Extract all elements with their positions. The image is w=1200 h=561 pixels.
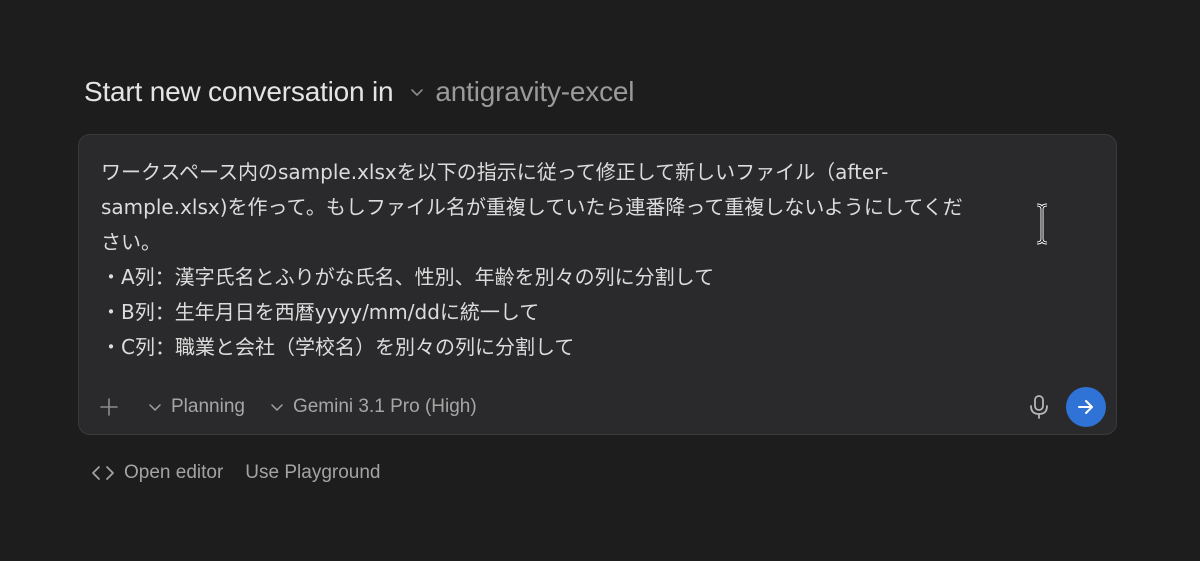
title-lead: Start new conversation in [84, 76, 394, 107]
use-playground-link[interactable]: Use Playground [245, 462, 380, 484]
mode-label: Planning [171, 396, 245, 417]
open-editor-label: Open editor [124, 462, 224, 483]
workspace-selector[interactable]: antigravity-excel [435, 76, 634, 108]
prompt-composer: ワークスペース内のsample.xlsxを以下の指示に従って修正して新しいファイ… [78, 134, 1117, 435]
code-brackets-icon [90, 463, 116, 483]
use-playground-label: Use Playground [245, 462, 381, 483]
model-label: Gemini 3.1 Pro (High) [292, 396, 477, 417]
chevron-down-icon[interactable] [409, 84, 425, 100]
model-selector[interactable]: Gemini 3.1 Pro (High) [269, 396, 477, 418]
footer-links: Open editor Use Playground [90, 460, 381, 486]
prompt-input[interactable]: ワークスペース内のsample.xlsxを以下の指示に従って修正して新しいファイ… [101, 155, 1091, 365]
send-button[interactable] [1066, 387, 1106, 427]
mode-selector[interactable]: Planning [147, 396, 245, 418]
new-conversation-page: Start new conversation in antigravity-ex… [0, 0, 1200, 561]
chevron-down-icon [269, 399, 285, 415]
text-cursor-icon [1036, 203, 1048, 245]
microphone-icon[interactable] [1026, 394, 1052, 420]
composer-toolbar: Planning Gemini 3.1 Pro (High) [97, 387, 1106, 427]
arrow-right-icon [1078, 400, 1093, 414]
open-editor-link[interactable]: Open editor [90, 462, 223, 484]
plus-icon[interactable] [97, 395, 121, 419]
page-title: Start new conversation in antigravity-ex… [84, 72, 634, 112]
chevron-down-icon [147, 399, 163, 415]
